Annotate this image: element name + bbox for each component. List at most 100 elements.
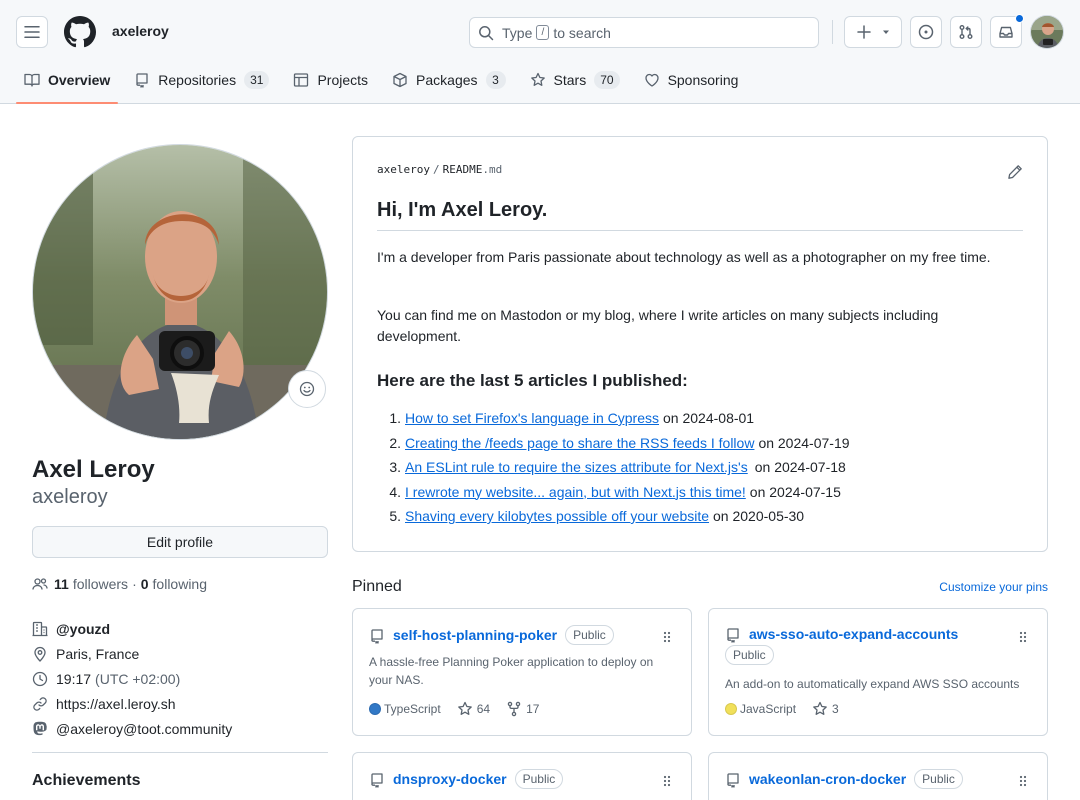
profile-photo-icon — [33, 145, 327, 439]
tab-projects[interactable]: Projects — [285, 58, 376, 102]
profile-avatar — [32, 144, 328, 440]
drag-handle[interactable] — [1019, 775, 1027, 787]
followers-link[interactable]: 11 followers — [48, 576, 128, 592]
context-username[interactable]: axeleroy — [112, 23, 169, 39]
readme-heading: Hi, I'm Axel Leroy. — [377, 199, 1023, 231]
grabber-icon — [663, 631, 671, 643]
edit-readme-button[interactable] — [1007, 164, 1023, 180]
tab-overview[interactable]: Overview — [16, 58, 119, 104]
profile-readme-card: axeleroy / README.md Hi, I'm Axel Leroy. I… — [352, 136, 1048, 552]
pinned-repo-header: self-host-planning-poker Public — [369, 625, 655, 645]
triangle-down-icon — [882, 30, 889, 34]
visibility-badge: Public — [514, 769, 564, 789]
readme-file-link[interactable]: README.md — [443, 163, 503, 176]
smiley-icon — [299, 381, 315, 397]
repo-stars-link[interactable]: 3 — [812, 701, 839, 717]
article-link[interactable]: An ESLint rule to require the sizes attr… — [405, 456, 748, 481]
readme-path: axeleroy / README.md — [377, 163, 503, 176]
stars-count: 70 — [594, 71, 620, 89]
tab-packages[interactable]: Packages 3 — [384, 58, 513, 102]
github-logo-icon[interactable] — [64, 16, 96, 48]
article-link[interactable]: How to set Firefox's language in Cypress — [405, 407, 659, 432]
plus-icon — [856, 25, 871, 39]
repo-stars-link[interactable]: 64 — [457, 701, 490, 717]
repo-forks-link[interactable]: 17 — [506, 701, 539, 717]
repo-meta: JavaScript 3 — [725, 701, 855, 717]
search-icon — [479, 25, 494, 40]
packages-count: 3 — [485, 71, 506, 89]
repo-meta: TypeScript 64 17 — [369, 701, 555, 717]
create-new-button[interactable] — [844, 16, 902, 48]
set-status-button[interactable] — [288, 370, 326, 408]
list-item: 3. An ESLint rule to require the sizes at… — [377, 456, 850, 481]
git-pull-request-icon — [959, 25, 973, 39]
package-icon — [393, 72, 407, 88]
repo-icon — [727, 628, 739, 643]
drag-handle[interactable] — [1019, 631, 1027, 643]
drag-handle[interactable] — [663, 775, 671, 787]
list-item: 5. Shaving every kilobytes possible off y… — [377, 505, 850, 530]
global-header: axeleroy Type / to search Overview Repos… — [0, 0, 1080, 104]
website-link[interactable]: https://axel.leroy.sh — [56, 696, 176, 712]
repo-icon — [371, 773, 383, 788]
following-link[interactable]: 0 following — [141, 576, 207, 592]
unread-notification-dot — [1015, 14, 1024, 23]
tab-sponsoring[interactable]: Sponsoring — [636, 58, 747, 102]
location-icon — [34, 646, 46, 662]
tab-repositories[interactable]: Repositories 31 — [126, 58, 277, 102]
profile-tabs: Overview Repositories 31 Projects Packag… — [16, 58, 754, 104]
profile-details: @youzd Paris, France 19:17 (UTC +02:00) … — [32, 616, 232, 741]
repo-name-link[interactable]: self-host-planning-poker — [393, 627, 557, 643]
article-link[interactable]: I rewrote my website... again, but with … — [405, 481, 746, 506]
customize-pins-link[interactable]: Customize your pins — [939, 580, 1048, 594]
repo-forked-icon — [507, 701, 521, 717]
list-item: 4. I rewrote my website... again, but wit… — [377, 481, 850, 506]
pinned-repo-card: aws-sso-auto-expand-accounts Public An a… — [708, 608, 1048, 736]
tab-stars[interactable]: Stars 70 — [522, 58, 628, 102]
readme-paragraph-intro: I'm a developer from Paris passionate ab… — [377, 249, 991, 265]
pull-requests-button[interactable] — [950, 16, 982, 48]
local-time-item: 19:17 (UTC +02:00) — [32, 666, 232, 691]
article-list: 1. How to set Firefox's language in Cypre… — [377, 407, 850, 530]
visibility-badge: Public — [725, 645, 774, 665]
repo-name-link[interactable]: wakeonlan-cron-docker — [749, 771, 906, 787]
article-link[interactable]: Shaving every kilobytes possible off you… — [405, 505, 709, 530]
readme-owner-link[interactable]: axeleroy — [377, 163, 430, 176]
link-icon — [33, 696, 47, 711]
repo-name-link[interactable]: dnsproxy-docker — [393, 771, 507, 787]
list-item: 2. Creating the /feeds page to share the … — [377, 432, 849, 457]
hamburger-icon — [24, 26, 40, 38]
search-input[interactable]: Type / to search — [469, 17, 819, 48]
issues-button[interactable] — [910, 16, 942, 48]
repo-description: A hassle-free Planning Poker application… — [369, 655, 654, 687]
grabber-icon — [663, 775, 671, 787]
article-link[interactable]: Creating the /feeds page to share the RS… — [405, 432, 754, 457]
achievements-heading[interactable]: Achievements — [32, 772, 141, 790]
language-color-dot — [369, 703, 381, 715]
user-menu-avatar[interactable] — [1030, 15, 1064, 49]
pinned-repo-card: dnsproxy-docker Public — [352, 752, 692, 800]
pinned-repo-header: dnsproxy-docker Public — [369, 769, 655, 789]
repo-language: JavaScript — [725, 702, 796, 716]
star-icon — [457, 701, 472, 715]
mastodon-link[interactable]: @axeleroy@toot.community — [56, 721, 232, 737]
grabber-icon — [1019, 631, 1027, 643]
repo-icon — [371, 629, 383, 644]
table-icon — [294, 73, 309, 87]
follow-separator: · — [132, 576, 137, 592]
edit-profile-button[interactable]: Edit profile — [32, 526, 328, 558]
clock-icon — [32, 671, 48, 686]
pinned-heading: Pinned — [352, 578, 402, 595]
search-placeholder-suffix: to search — [553, 24, 611, 41]
language-color-dot — [725, 703, 737, 715]
repo-name-link[interactable]: aws-sso-auto-expand-accounts — [749, 626, 958, 642]
avatar-photo-icon — [1031, 16, 1063, 48]
repositories-count: 31 — [244, 71, 270, 89]
notifications-button[interactable] — [990, 14, 1024, 48]
repo-icon — [136, 73, 148, 88]
header-divider — [832, 20, 833, 44]
menu-button[interactable] — [16, 16, 48, 48]
drag-handle[interactable] — [663, 631, 671, 643]
issue-opened-icon — [918, 24, 934, 40]
book-icon — [24, 73, 40, 87]
